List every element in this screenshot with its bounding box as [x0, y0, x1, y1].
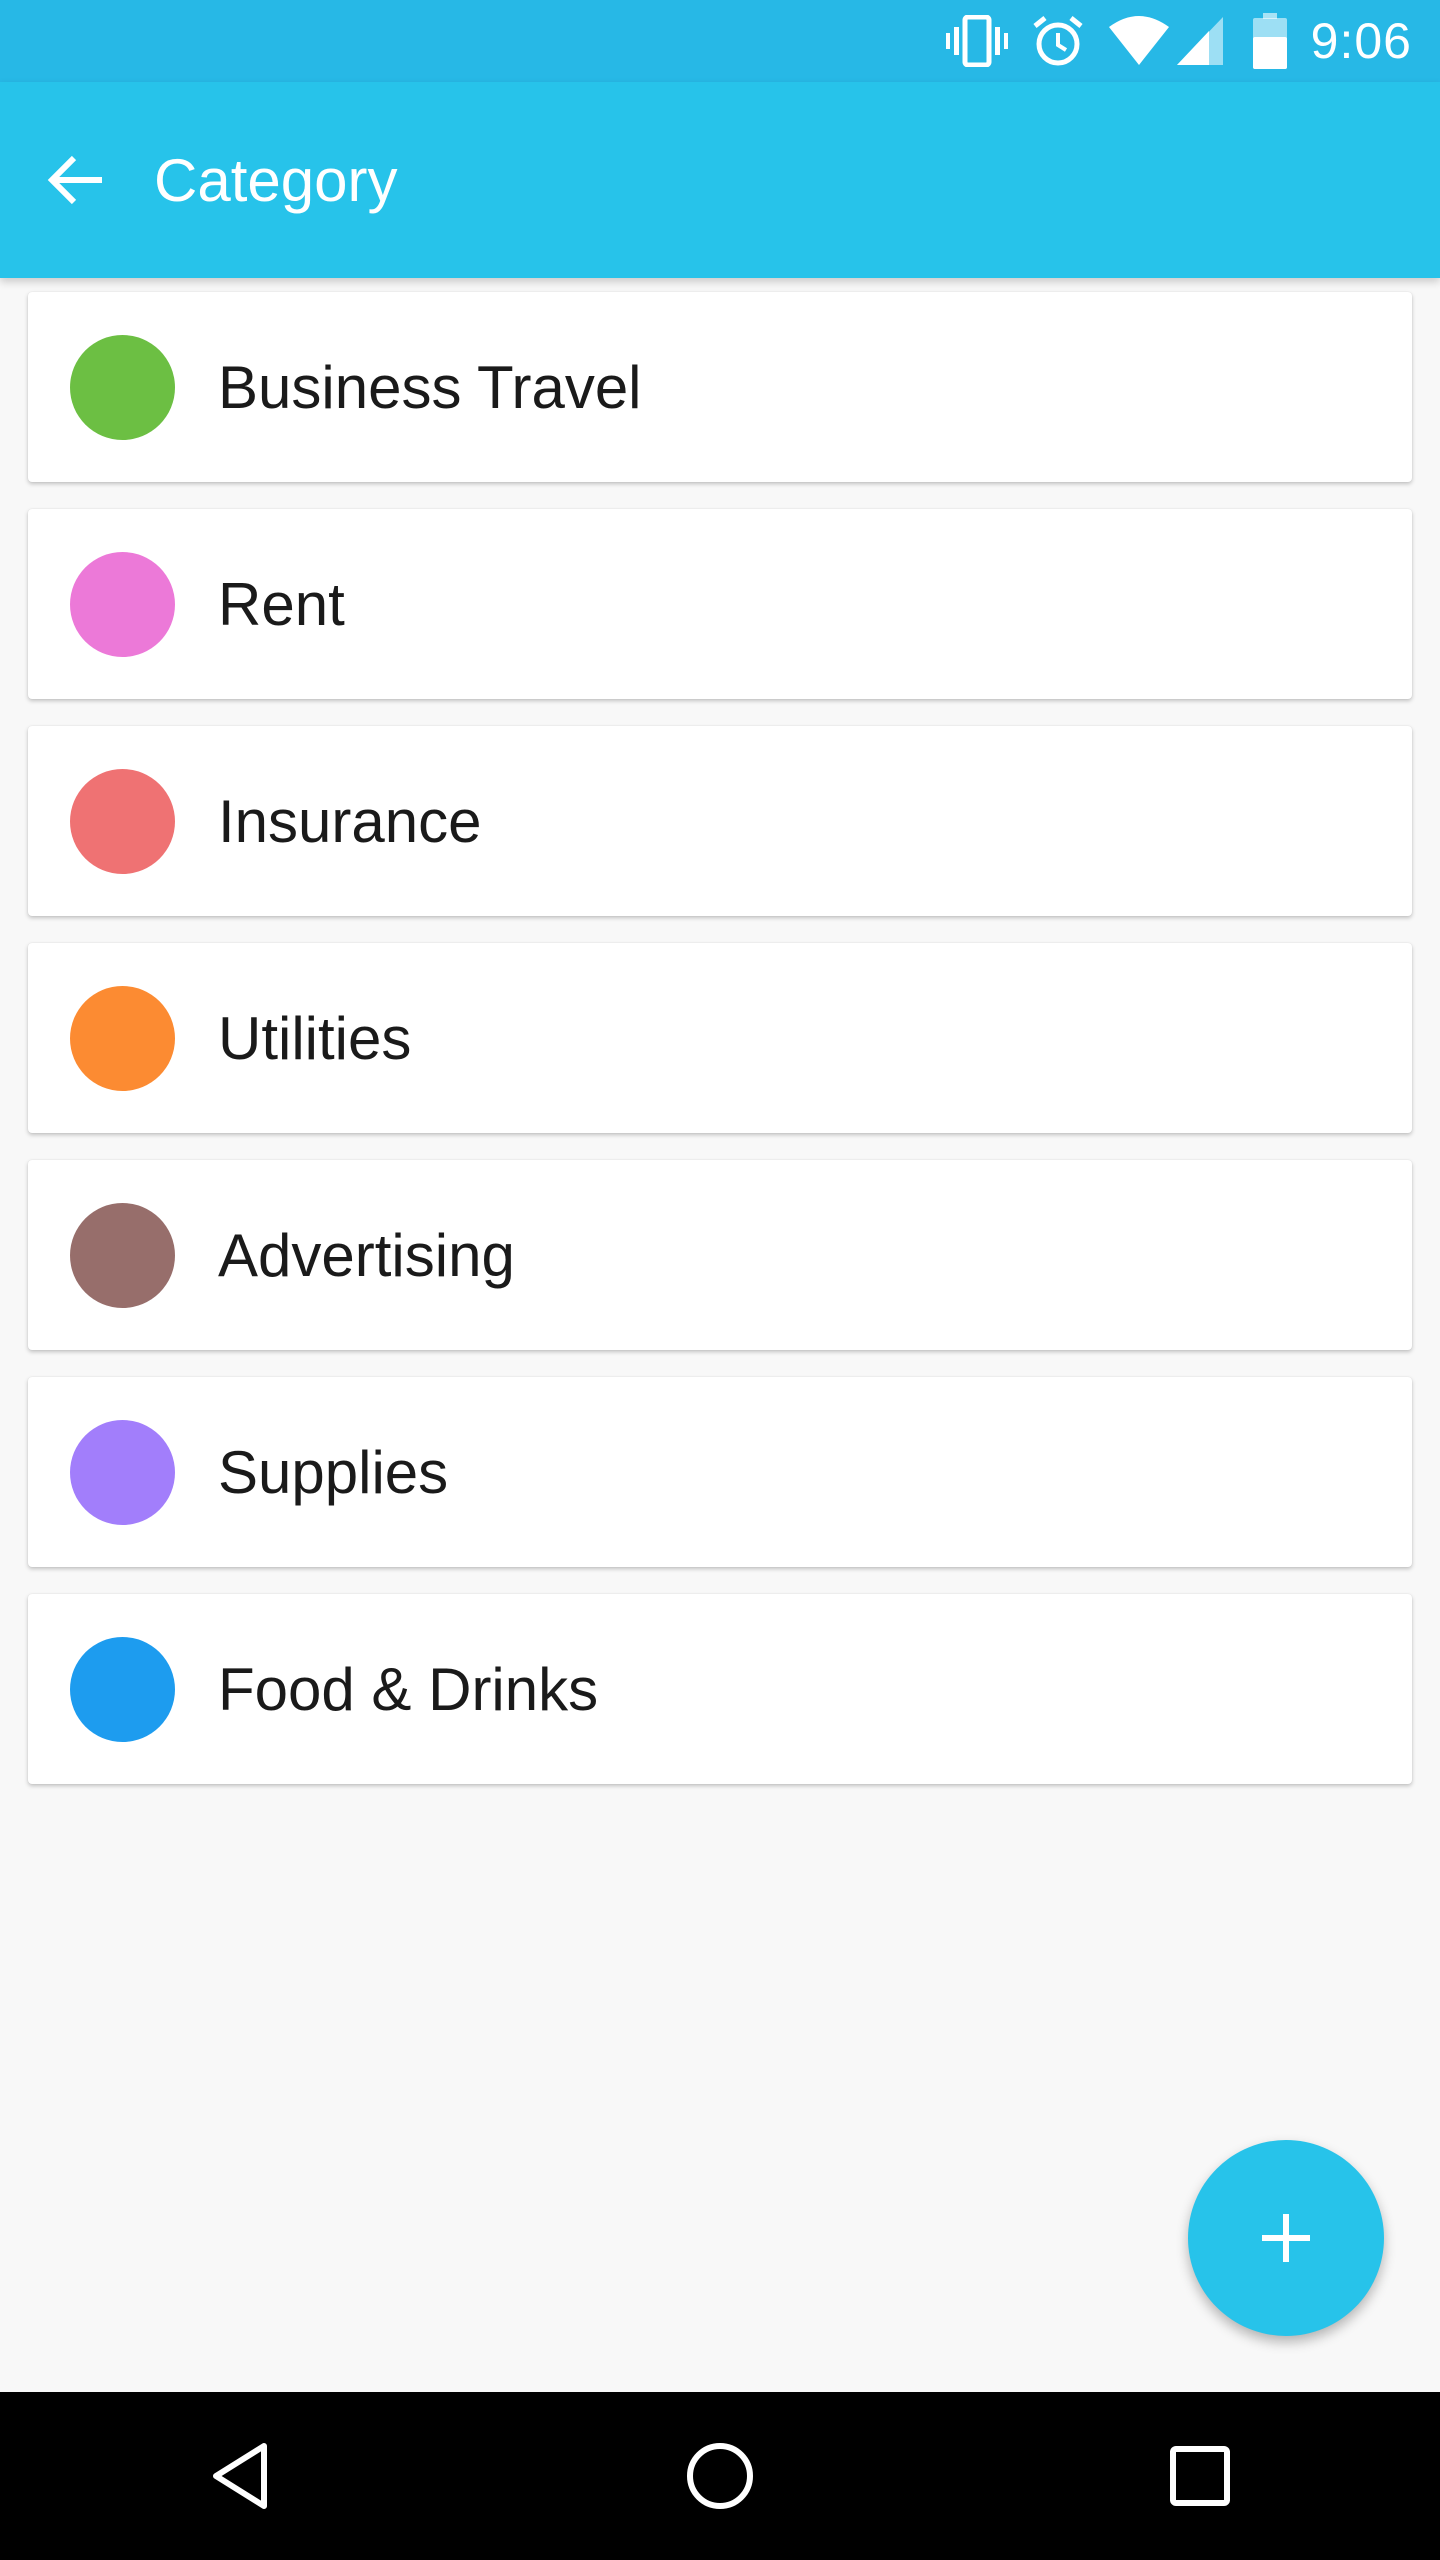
category-item[interactable]: Rent: [28, 509, 1412, 699]
status-time: 9:06: [1310, 13, 1412, 69]
category-list: Business Travel Rent Insurance Utilities…: [28, 292, 1412, 1811]
category-color-dot: [70, 1636, 175, 1742]
signal-icon: [1175, 15, 1225, 67]
alarm-icon: [1031, 14, 1085, 68]
category-color-dot: [70, 1419, 175, 1525]
category-color-dot: [70, 768, 175, 874]
add-category-button[interactable]: [1188, 2140, 1384, 2336]
category-label: Food & Drinks: [218, 1655, 599, 1723]
category-item[interactable]: Insurance: [28, 726, 1412, 916]
category-label: Insurance: [218, 787, 482, 855]
status-bar: 9:06: [0, 0, 1440, 82]
category-color-dot: [70, 1202, 175, 1308]
page-title: Category: [154, 146, 398, 214]
arrow-back-icon: [47, 155, 102, 205]
app-bar: Category: [0, 82, 1440, 278]
category-color-dot: [70, 985, 175, 1091]
category-item[interactable]: Supplies: [28, 1377, 1412, 1567]
category-color-dot: [70, 334, 175, 440]
category-item[interactable]: Business Travel: [28, 292, 1412, 482]
category-label: Business Travel: [218, 353, 642, 421]
nav-home-button[interactable]: [650, 2406, 790, 2546]
wifi-icon: [1107, 15, 1171, 67]
nav-recents-button[interactable]: [1130, 2406, 1270, 2546]
category-label: Supplies: [218, 1438, 449, 1506]
category-label: Utilities: [218, 1004, 412, 1072]
category-item[interactable]: Advertising: [28, 1160, 1412, 1350]
category-label: Rent: [218, 570, 345, 638]
status-icons: 9:06: [923, 0, 1412, 82]
plus-icon: [1262, 2214, 1310, 2262]
category-item[interactable]: Utilities: [28, 943, 1412, 1133]
back-triangle-icon: [213, 2443, 267, 2509]
nav-back-button[interactable]: [170, 2406, 310, 2546]
battery-icon: [1252, 13, 1287, 69]
screen: 9:06 Category Business Travel Rent Insur…: [0, 0, 1440, 2560]
category-label: Advertising: [218, 1221, 515, 1289]
back-button[interactable]: [28, 132, 124, 228]
category-color-dot: [70, 551, 175, 657]
vibrate-icon: [945, 15, 1009, 67]
recents-square-icon: [1170, 2446, 1230, 2506]
home-circle-icon: [687, 2443, 753, 2509]
navigation-bar: [0, 2392, 1440, 2560]
category-item[interactable]: Food & Drinks: [28, 1594, 1412, 1784]
